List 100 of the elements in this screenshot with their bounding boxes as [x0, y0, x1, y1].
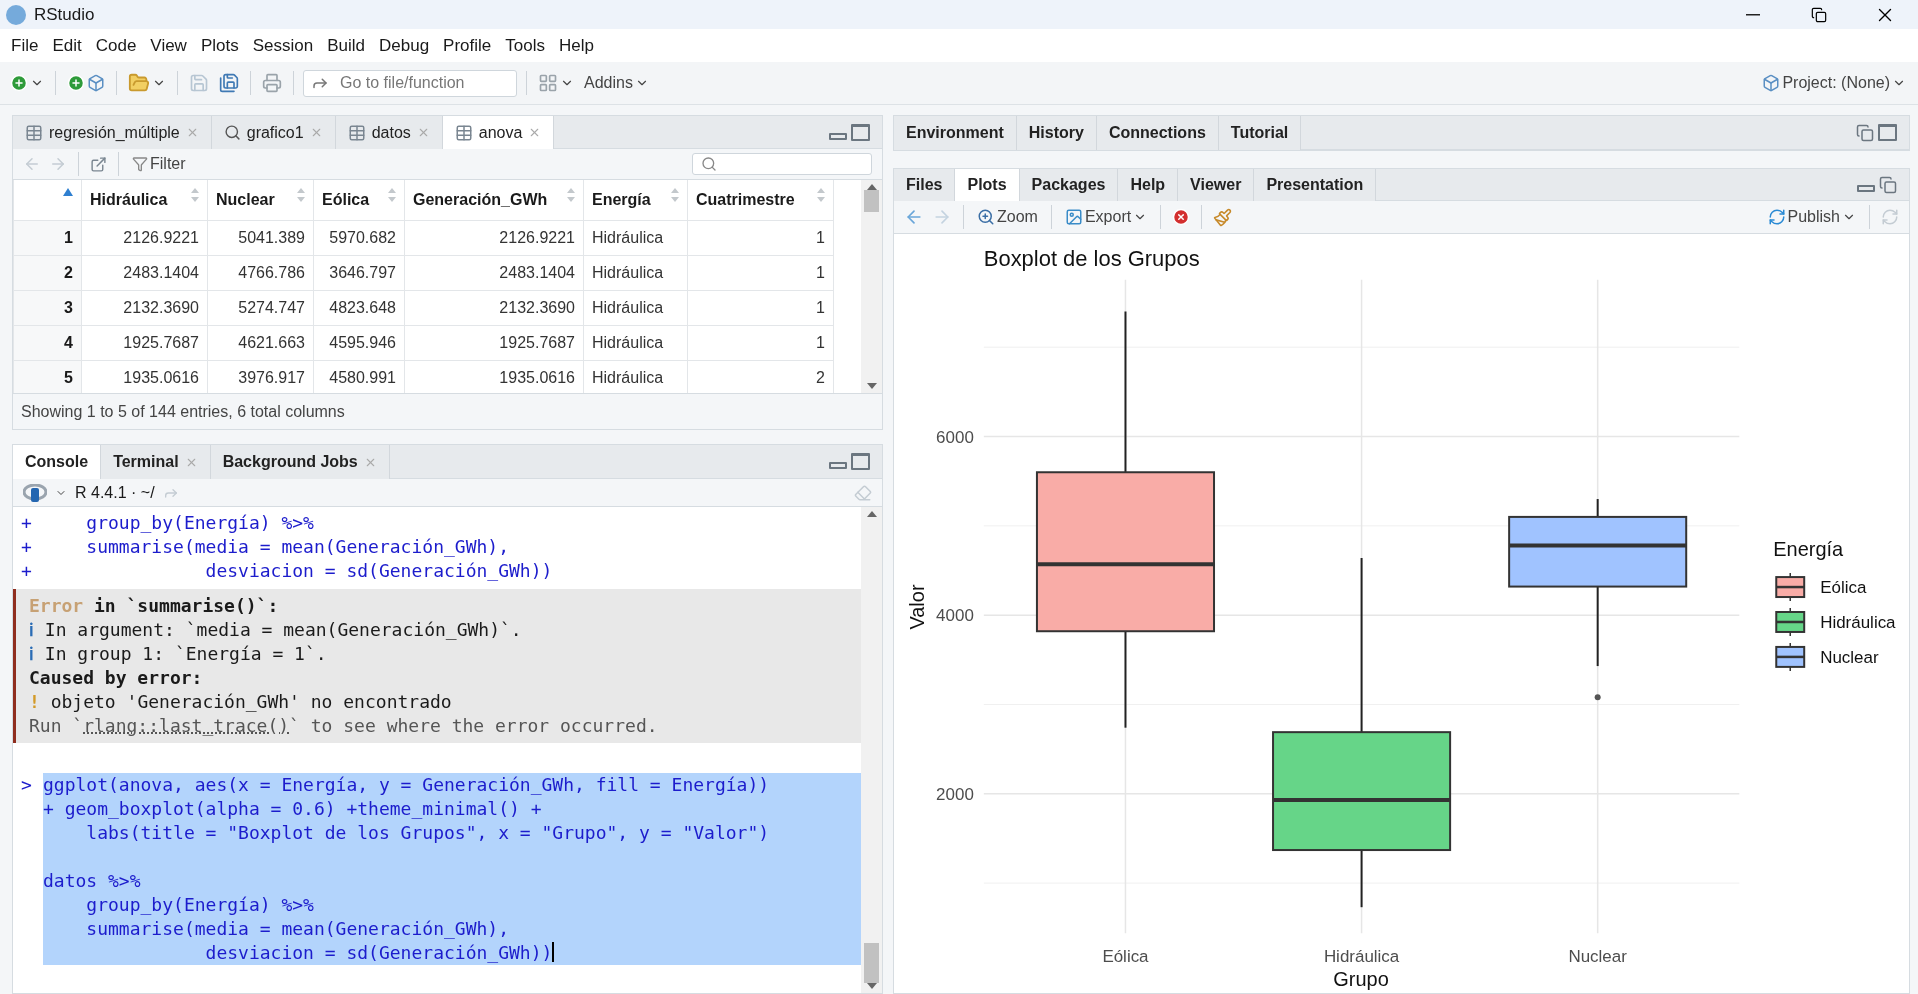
- table-icon: [347, 123, 366, 142]
- save-all-button[interactable]: [217, 71, 241, 95]
- clear-console-icon[interactable]: [854, 483, 872, 502]
- save-all-icon: [219, 73, 239, 93]
- remove-plot-icon[interactable]: [1172, 208, 1191, 226]
- code-line: summarise(media = mean(Generación_GWh),: [85, 535, 510, 559]
- table-cell: 4823.648: [313, 290, 405, 325]
- continuation-prompt: +: [20, 535, 33, 559]
- grid-icon: [538, 73, 558, 93]
- broom-icon[interactable]: [1213, 207, 1233, 227]
- project-button[interactable]: Project: (None): [1760, 72, 1908, 94]
- restore-pane-icon[interactable]: [1879, 175, 1897, 194]
- maximize-pane-icon[interactable]: [851, 453, 870, 470]
- menu-item[interactable]: Debug: [372, 35, 437, 56]
- column-header[interactable]: Cuatrimestre: [687, 180, 834, 220]
- y-tick-label: 4000: [936, 606, 974, 626]
- back-icon[interactable]: [23, 155, 41, 173]
- minimize-pane-icon[interactable]: [1857, 185, 1875, 192]
- menu-item[interactable]: Code: [88, 35, 144, 56]
- restore-pane-icon[interactable]: [1856, 123, 1874, 142]
- editor-tab[interactable]: anova: [442, 116, 555, 149]
- x-tick-label: Hidráulica: [1323, 947, 1400, 967]
- legend-label: Eólica: [1820, 578, 1867, 598]
- scrollbar-thumb[interactable]: [864, 943, 879, 983]
- app-logo-icon: [6, 4, 26, 25]
- error-detail: In group 1: `Energía = 1`.: [43, 642, 327, 666]
- pane-tab[interactable]: Packages: [1019, 169, 1119, 201]
- editor-tab[interactable]: grafico1: [211, 116, 336, 149]
- table-cell: 3646.797: [313, 255, 405, 290]
- scrollbar[interactable]: [861, 180, 882, 393]
- pane-tab[interactable]: Help: [1118, 169, 1179, 201]
- filter-button[interactable]: Filter: [130, 153, 188, 175]
- continuation-prompt: +: [20, 511, 33, 535]
- publish-button[interactable]: Publish: [1765, 206, 1858, 228]
- popout-icon[interactable]: [90, 155, 107, 173]
- error-cause: Caused by error:: [29, 666, 203, 690]
- print-button[interactable]: [260, 71, 284, 95]
- table-cell: 5041.389: [207, 220, 314, 255]
- sort-icon: [388, 188, 396, 202]
- table-cell: 2132.3690: [404, 290, 584, 325]
- menu-item[interactable]: Profile: [436, 35, 499, 56]
- info-marker: ℹ: [29, 642, 34, 666]
- x-axis-title: Grupo: [1333, 968, 1389, 991]
- search-field[interactable]: [692, 153, 872, 175]
- maximize-pane-icon[interactable]: [1878, 124, 1897, 141]
- column-header[interactable]: Hidráulica: [81, 180, 208, 220]
- menu-item[interactable]: Session: [245, 35, 321, 56]
- pane-tab[interactable]: Files: [894, 169, 956, 201]
- editor-tab[interactable]: regresión_múltiple: [13, 116, 212, 149]
- menu-item[interactable]: Plots: [193, 35, 246, 56]
- console-tab[interactable]: Console: [13, 445, 102, 479]
- export-button[interactable]: Export: [1062, 206, 1150, 228]
- pane-tab[interactable]: Environment: [894, 116, 1017, 150]
- cube-icon: [1762, 74, 1781, 92]
- trace-link[interactable]: rlang::last_trace(): [83, 715, 290, 736]
- legend-key: [1775, 572, 1806, 602]
- pane-tab[interactable]: Presentation: [1254, 169, 1377, 201]
- sort-icon: [671, 188, 679, 202]
- menu-item[interactable]: File: [4, 35, 46, 56]
- minimize-pane-icon[interactable]: [829, 132, 847, 140]
- column-header[interactable]: Nuclear: [207, 180, 314, 220]
- refresh-icon[interactable]: [1881, 208, 1899, 226]
- pane-tab[interactable]: Connections: [1096, 116, 1219, 150]
- zoom-button[interactable]: Zoom: [975, 206, 1040, 228]
- r-logo-icon: [23, 483, 47, 502]
- console-tab[interactable]: Terminal: [101, 445, 211, 479]
- menu-item[interactable]: Help: [551, 35, 601, 56]
- pane-tab[interactable]: Plots: [955, 169, 1020, 201]
- addins-button[interactable]: Addins: [582, 72, 651, 94]
- error-detail: In argument: `media = mean(Generación_GWh)`.: [43, 618, 522, 642]
- new-project-button[interactable]: [65, 72, 107, 94]
- maximize-pane-icon[interactable]: [851, 123, 870, 141]
- pane-tab[interactable]: History: [1016, 116, 1097, 150]
- menu-item[interactable]: Tools: [498, 35, 552, 56]
- sort-icon: [191, 188, 199, 202]
- go-to-file-field[interactable]: Go to file/function: [303, 69, 517, 97]
- scrollbar-thumb[interactable]: [864, 190, 879, 212]
- minimize-pane-icon[interactable]: [829, 462, 847, 469]
- table-cell: 1925.7687: [404, 325, 584, 360]
- magnifier-icon: [977, 208, 995, 226]
- column-header[interactable]: Generación_GWh: [404, 180, 584, 220]
- column-header[interactable]: Energía: [583, 180, 688, 220]
- column-header[interactable]: Eólica: [313, 180, 405, 220]
- menu-item[interactable]: View: [143, 35, 194, 56]
- scrollbar[interactable]: [861, 507, 882, 993]
- outlier-point: [1594, 694, 1601, 701]
- table-cell: 1: [687, 325, 834, 360]
- cube-icon: [87, 74, 105, 92]
- table-cell: 2483.1404: [404, 255, 584, 290]
- pane-tab[interactable]: Tutorial: [1218, 116, 1302, 150]
- pane-tab[interactable]: Viewer: [1178, 169, 1255, 201]
- editor-tab[interactable]: datos: [335, 116, 443, 149]
- scroll-down-icon[interactable]: [866, 383, 877, 389]
- menu-item[interactable]: Edit: [45, 35, 89, 56]
- row-number: 2: [13, 255, 82, 290]
- scroll-up-icon[interactable]: [866, 511, 877, 517]
- column-header[interactable]: [13, 180, 82, 220]
- forward-icon[interactable]: [49, 155, 67, 173]
- menu-item[interactable]: Build: [320, 35, 372, 56]
- console-tab[interactable]: Background Jobs: [210, 445, 390, 479]
